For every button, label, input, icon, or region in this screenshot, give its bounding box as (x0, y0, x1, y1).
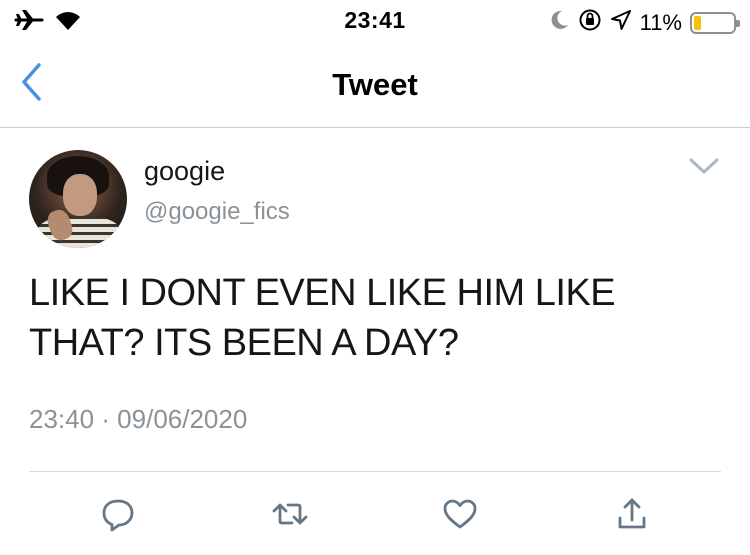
orientation-lock-icon (578, 8, 602, 37)
chevron-down-icon (688, 156, 720, 181)
battery-icon (690, 11, 740, 34)
moon-icon (550, 9, 570, 36)
user-handle[interactable]: @googie_fics (144, 198, 290, 226)
tweet-text: LIKE I DONT EVEN LIKE HIM LIKE THAT? ITS… (29, 272, 616, 364)
reply-icon (98, 494, 138, 539)
reply-button[interactable] (96, 494, 140, 538)
battery-nub (736, 19, 740, 27)
location-arrow-icon (610, 9, 632, 36)
share-icon (612, 494, 652, 539)
nav-bar: Tweet (0, 40, 750, 128)
like-button[interactable] (438, 494, 482, 538)
battery-level-fill (694, 15, 701, 30)
retweet-icon (270, 494, 310, 539)
page-title: Tweet (332, 67, 418, 102)
like-icon (440, 494, 480, 539)
status-bar: 23:41 11% (0, 0, 750, 40)
share-button[interactable] (610, 494, 654, 538)
avatar[interactable] (29, 150, 127, 248)
avatar-face (63, 174, 97, 216)
tweet-menu-button[interactable] (686, 153, 722, 183)
display-name[interactable]: googie (144, 156, 225, 187)
retweet-button[interactable] (268, 494, 312, 538)
battery-percent: 11% (639, 9, 682, 35)
divider (29, 471, 721, 472)
status-right: 11% (550, 8, 740, 37)
tweet-timestamp: 23:40 · 09/06/2020 (29, 404, 248, 434)
